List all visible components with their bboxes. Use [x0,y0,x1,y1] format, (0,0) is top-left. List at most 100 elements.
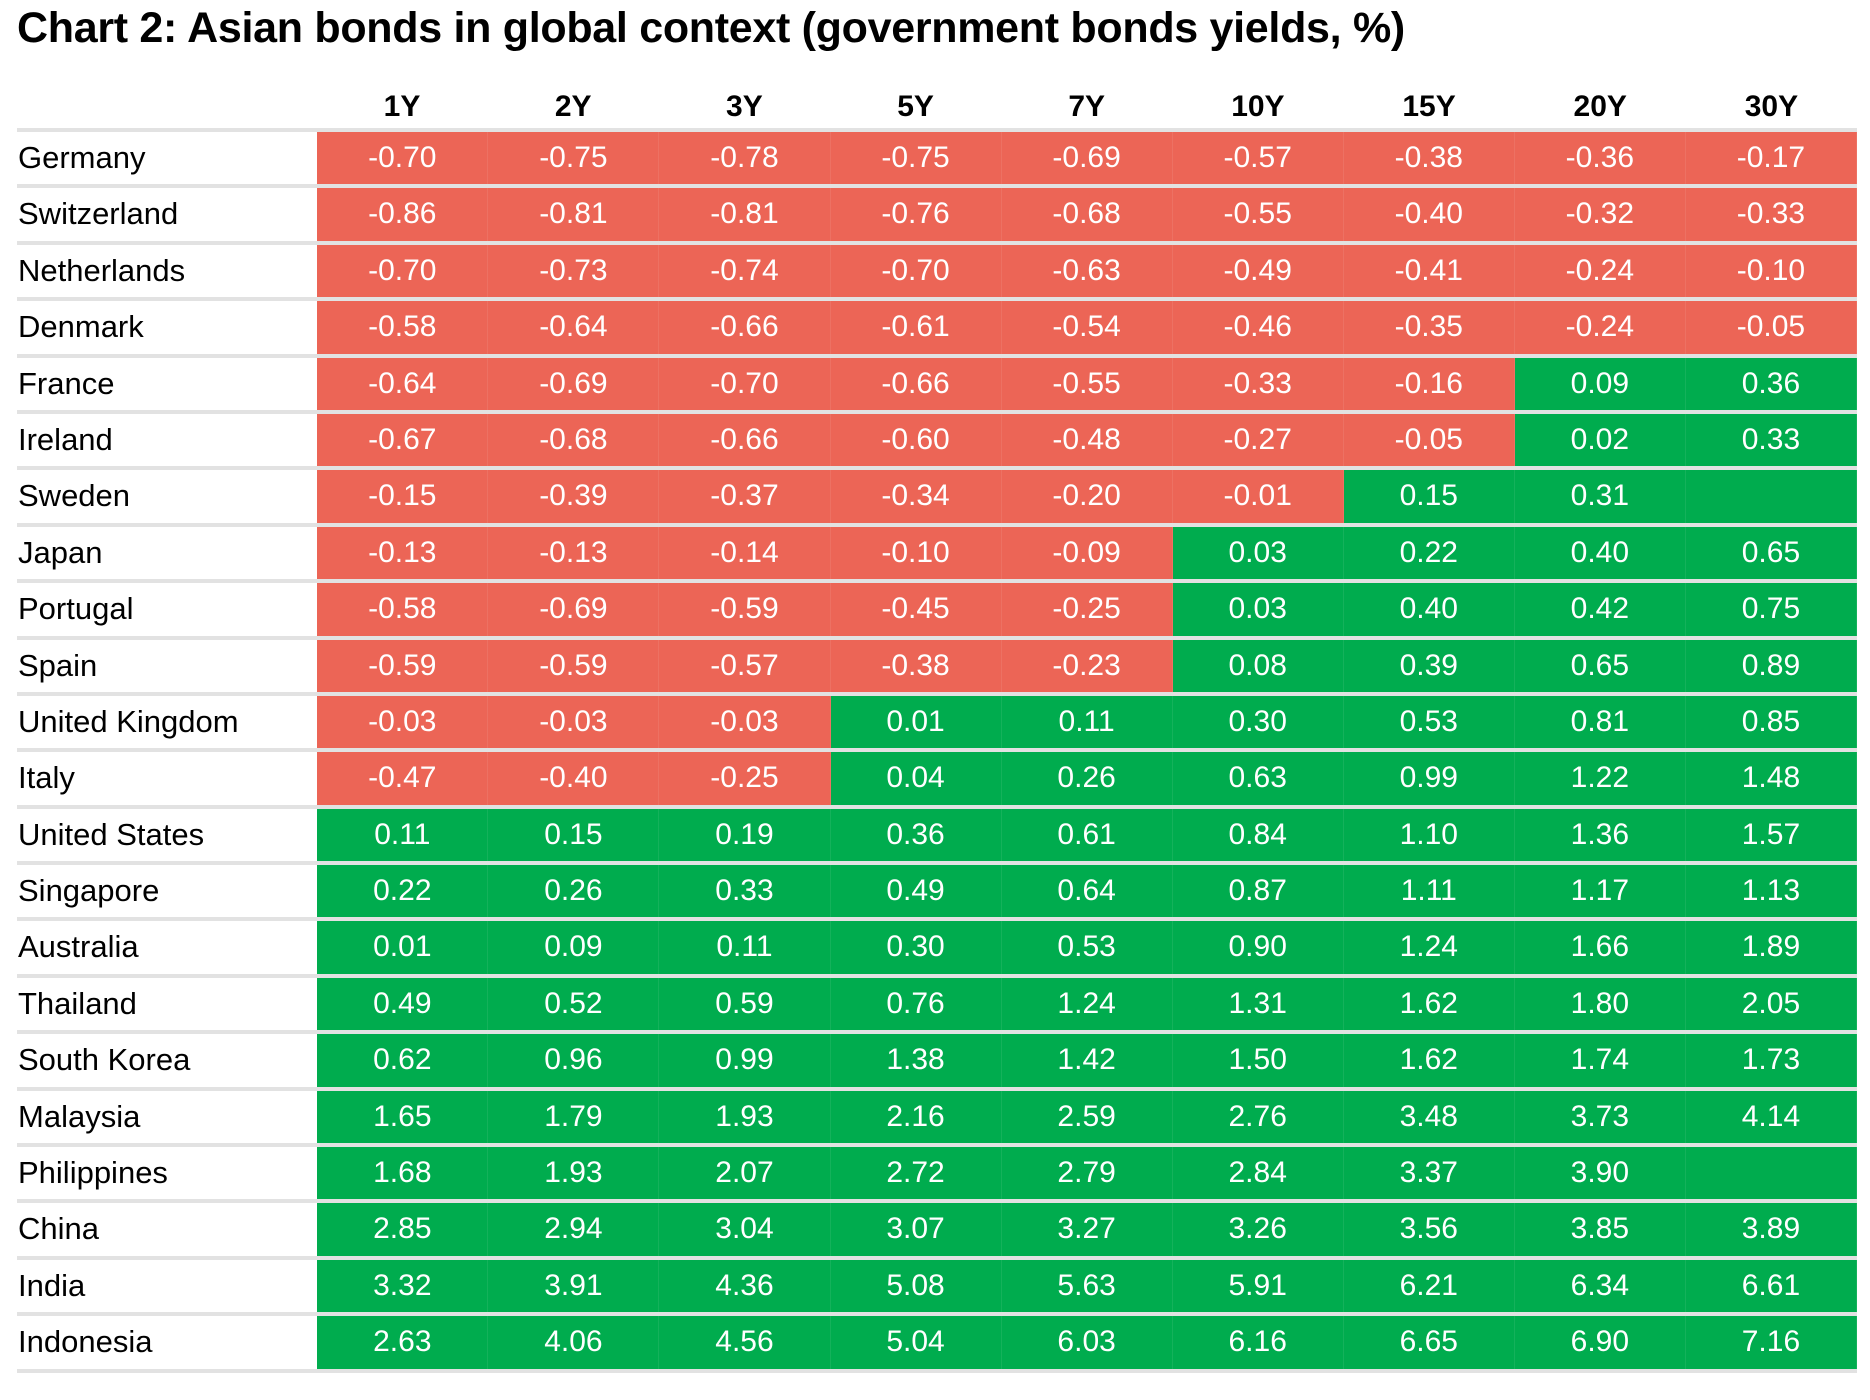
yield-cell: 1.93 [659,1090,831,1144]
yield-cell: 0.09 [1514,357,1686,410]
yield-cell: -0.03 [659,695,831,749]
yield-cell: -0.73 [488,244,660,298]
yield-cell: 2.59 [1001,1090,1173,1144]
column-header: 15Y [1402,90,1456,123]
yield-cell: -0.13 [488,526,660,580]
yield-cell: 3.26 [1172,1203,1344,1256]
yield-cell: -0.25 [659,752,831,805]
yield-cell: -0.78 [659,132,831,185]
country-label: Ireland [18,421,113,457]
yield-cell: -0.37 [659,470,831,523]
yield-cell: 2.84 [1172,1147,1344,1200]
yield-cell: 0.39 [1343,639,1515,692]
yield-cell: -0.58 [317,301,489,354]
yield-cell: -0.55 [1172,188,1344,241]
table-row: South Korea 0.62 0.96 0.99 1.38 1.42 1.50 1.62 1… [17,1034,1857,1091]
column-header: 20Y [1573,90,1627,123]
yield-cell: 1.17 [1514,865,1686,918]
yield-cell: 0.15 [1343,470,1515,523]
table-row: Portugal -0.58 -0.69 -0.59 -0.45 -0.25 0.03 0.4… [17,583,1857,640]
yield-cell: -0.23 [1001,639,1173,692]
yield-cell: 3.73 [1514,1090,1686,1144]
yield-cell: 1.93 [488,1147,660,1200]
yield-cell: 2.05 [1685,977,1857,1031]
yield-cell: -0.03 [317,695,489,749]
table-row: Sweden -0.15 -0.39 -0.37 -0.34 -0.20 -0.01 0.15… [17,470,1857,527]
yield-cell: 0.15 [488,808,660,862]
yield-cell: 7.16 [1685,1316,1857,1369]
yield-cell: -0.70 [830,244,1002,298]
yield-cell: -0.59 [488,639,660,692]
country-label: Japan [18,534,103,570]
yield-cell: 0.87 [1172,865,1344,918]
yield-cell: 2.79 [1001,1147,1173,1200]
yield-cell: -0.17 [1685,132,1857,185]
yield-cell: -0.27 [1172,413,1344,467]
yield-cell: 0.42 [1514,583,1686,636]
table-row: India 3.32 3.91 4.36 5.08 5.63 5.91 6.21 6.34 6.6… [17,1259,1857,1317]
yield-cell: 0.11 [659,921,831,974]
yield-cell: -0.34 [830,470,1002,523]
yield-cell: 0.19 [659,808,831,862]
column-header: 30Y [1744,90,1799,123]
yield-cell: 0.11 [317,808,489,862]
yield-cell: 3.32 [317,1259,489,1313]
yield-cell: 0.26 [488,865,660,918]
yield-cell: 1.57 [1685,808,1857,862]
yield-cell: -0.24 [1514,301,1686,354]
yield-cell: 1.89 [1685,921,1857,974]
yield-cell [1685,1147,1857,1200]
yield-cell: -0.66 [830,357,1002,410]
yield-cell: 1.66 [1514,921,1686,974]
yield-cell: -0.68 [488,413,660,467]
country-label: Spain [18,647,98,683]
yield-cell: 0.01 [317,921,489,974]
yield-cell: 1.65 [317,1090,489,1144]
country-label: India [18,1267,86,1303]
yield-cell: -0.57 [659,639,831,692]
column-header: 3Y [726,90,763,123]
yield-cell: 0.81 [1514,695,1686,749]
yield-cell: 0.09 [488,921,660,974]
yield-cell: 3.48 [1343,1090,1515,1144]
table-row: Philippines 1.68 1.93 2.07 2.72 2.79 2.84 3.37 3… [17,1147,1857,1204]
table-row: Singapore 0.22 0.26 0.33 0.49 0.64 0.87 1.11 1.1… [17,865,1857,922]
yield-cell: 2.63 [317,1316,489,1369]
yield-cell: -0.32 [1514,188,1686,241]
table-row: Spain -0.59 -0.59 -0.57 -0.38 -0.23 0.08 0.39 0.… [17,639,1857,696]
yield-cell: -0.03 [488,695,660,749]
header-row: 1Y 2Y 3Y 5Y 7Y 10Y 15Y 20Y 30Y [17,84,1857,132]
yield-cell: 0.96 [488,1034,660,1087]
country-label: Sweden [18,478,131,514]
yield-cell: 3.07 [830,1203,1002,1256]
yield-cell: -0.45 [830,583,1002,636]
yield-cell: 0.99 [659,1034,831,1087]
yield-cell: 0.65 [1514,639,1686,692]
country-label: China [18,1211,99,1247]
yield-cell: 0.75 [1685,583,1857,636]
table-row: France -0.64 -0.69 -0.70 -0.66 -0.55 -0.33 -0.1… [17,357,1857,414]
yield-cell: -0.54 [1001,301,1173,354]
yield-cell: -0.75 [830,132,1002,185]
yield-cell: -0.20 [1001,470,1173,523]
yield-cell: -0.40 [1343,188,1515,241]
yield-cell: 0.03 [1172,526,1344,580]
yield-cell: 0.65 [1685,526,1857,580]
yield-cell: -0.09 [1001,526,1173,580]
yield-cell: 6.03 [1001,1316,1173,1369]
yield-cell: 1.13 [1685,865,1857,918]
table-row: Thailand 0.49 0.52 0.59 0.76 1.24 1.31 1.62 1.80… [17,977,1857,1035]
yield-cell: 1.10 [1343,808,1515,862]
column-header: 2Y [554,90,592,123]
yield-cell: 0.36 [830,808,1002,862]
table-row: Malaysia 1.65 1.79 1.93 2.16 2.59 2.76 3.48 3.73… [17,1090,1857,1148]
yield-cell: -0.55 [1001,357,1173,410]
yield-cell: 1.24 [1001,977,1173,1031]
yield-cell: -0.10 [830,526,1002,580]
yield-cell: 0.52 [488,977,660,1031]
yield-cell: 2.76 [1172,1090,1344,1144]
table-body: Germany -0.70 -0.75 -0.78 -0.75 -0.69 -0.57 -0.… [17,132,1857,1373]
yield-cell: -0.81 [659,188,831,241]
table-row: China 2.85 2.94 3.04 3.07 3.27 3.26 3.56 3.85 3.8… [17,1203,1857,1260]
yield-cell: 6.16 [1172,1316,1344,1369]
